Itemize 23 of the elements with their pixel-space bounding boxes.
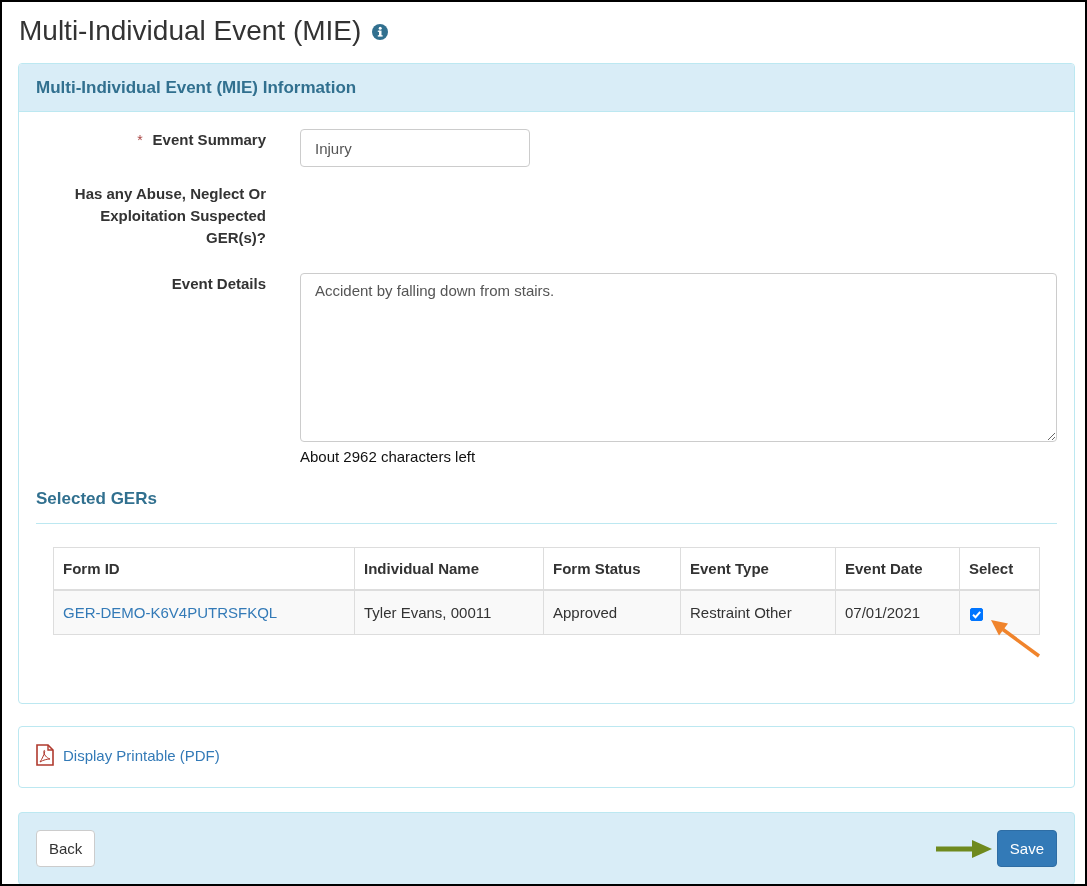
required-mark: *	[137, 131, 143, 150]
select-checkbox[interactable]	[970, 608, 983, 622]
text-area[interactable]: Accident by falling down from stairs.	[300, 273, 1057, 442]
annotation-arrow	[935, 838, 992, 859]
form-id-link[interactable]: GER-DEMO-K6V4PUTRSFKQL	[63, 604, 278, 621]
table-cell: Tyler Evans, 00011	[354, 590, 544, 635]
table-cell: Restraint Other	[680, 590, 836, 635]
display-printable-link[interactable]: Display Printable (PDF)	[36, 744, 220, 766]
save-button[interactable]: Save	[996, 830, 1057, 867]
table-cell: 07/01/2021	[835, 590, 960, 635]
characters-left-hint: About 2962 characters left	[300, 448, 477, 466]
field-label: Has any Abuse, Neglect Or Exploitation Suspected GER(s)?	[73, 184, 266, 248]
annotation-arrow	[988, 617, 1042, 658]
table-cell: Approved	[543, 590, 681, 635]
text-input[interactable]: Injury	[300, 129, 530, 167]
field-label: Event Details	[171, 274, 266, 294]
field-label: Event Summary	[152, 130, 266, 150]
section-title: Selected GERs	[36, 489, 157, 508]
back-button[interactable]: Back	[36, 830, 96, 867]
page-title: Multi-Individual Event (MIE)	[19, 14, 362, 47]
panel-title: Multi-Individual Event (MIE) Information	[36, 78, 357, 97]
pdf-file-icon	[36, 744, 54, 766]
info-icon[interactable]	[372, 23, 389, 40]
